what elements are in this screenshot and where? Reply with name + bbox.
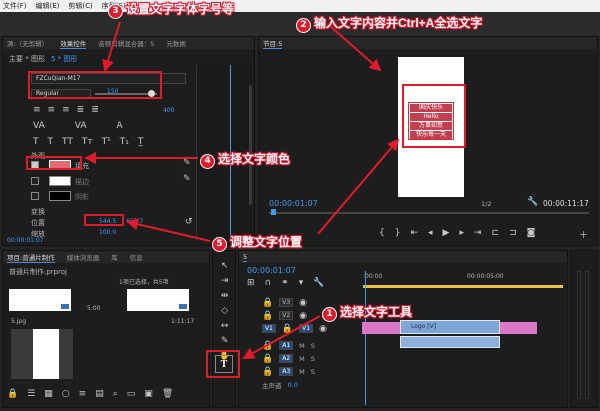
annotation-1-badge: 1	[322, 306, 337, 322]
annotation-5-text: 调整文字位置	[230, 235, 303, 249]
annotation-1: 1 选择文字工具	[322, 303, 412, 322]
annotation-3-badge: 3	[108, 3, 123, 19]
annotation-3-text: 设置文字字体字号等	[126, 2, 235, 16]
annotation-4-text: 选择文字颜色	[218, 152, 291, 166]
arrow-1	[242, 315, 321, 359]
annotation-2-badge: 2	[296, 17, 311, 33]
annotation-5-badge: 5	[212, 236, 227, 252]
arrow-5	[126, 218, 211, 242]
annotation-2: 2 输入文字内容并Ctrl+A全选文字	[296, 14, 482, 33]
annotation-3: 3 设置文字字体字号等	[108, 0, 234, 19]
annotation-5: 5 调整文字位置	[212, 233, 302, 252]
arrow-2	[329, 25, 382, 72]
annotation-4-badge: 4	[200, 153, 215, 169]
arrow-5b	[317, 138, 400, 235]
arrow-3	[102, 21, 121, 72]
annotation-4: 4 选择文字颜色	[200, 150, 290, 169]
annotation-1-text: 选择文字工具	[340, 305, 413, 319]
annotation-arrows	[84, 21, 400, 359]
annotation-2-text: 输入文字内容并Ctrl+A全选文字	[314, 16, 483, 30]
